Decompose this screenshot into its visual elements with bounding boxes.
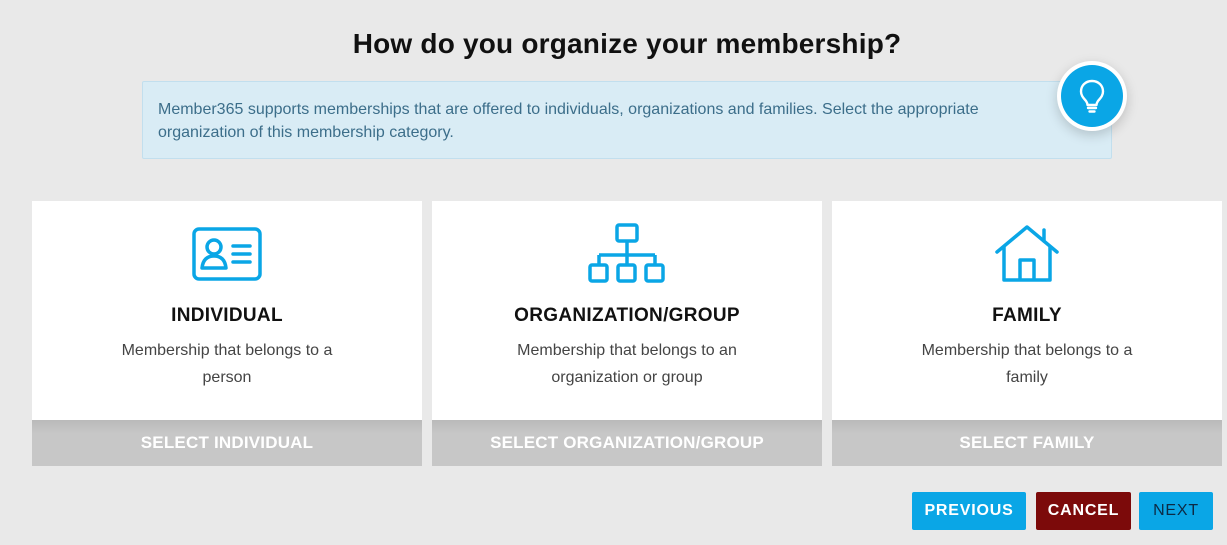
lightbulb-icon	[1079, 79, 1105, 113]
info-box: Member365 supports memberships that are …	[142, 81, 1112, 159]
card-description: Membership that belongs to a person	[121, 342, 333, 386]
tip-button[interactable]	[1057, 61, 1127, 131]
org-chart-icon	[588, 223, 665, 283]
select-organization-button[interactable]: SELECT ORGANIZATION/GROUP	[432, 420, 822, 466]
select-individual-button[interactable]: SELECT INDIVIDUAL	[32, 420, 422, 466]
card-title: FAMILY	[992, 305, 1062, 326]
card-family[interactable]: FAMILY Membership that belongs to a fami…	[832, 201, 1222, 466]
cancel-button[interactable]: CANCEL	[1036, 492, 1131, 530]
next-button[interactable]: NEXT	[1139, 492, 1213, 530]
id-card-icon	[192, 227, 262, 281]
card-title: INDIVIDUAL	[171, 305, 283, 326]
card-organization[interactable]: ORGANIZATION/GROUP Membership that belon…	[432, 201, 822, 466]
card-individual[interactable]: INDIVIDUAL Membership that belongs to a …	[32, 201, 422, 466]
card-description: Membership that belongs to an organizati…	[517, 342, 737, 386]
card-description: Membership that belongs to a family	[921, 342, 1133, 386]
card-title: ORGANIZATION/GROUP	[514, 305, 740, 326]
page-title: How do you organize your membership?	[352, 28, 902, 59]
previous-button[interactable]: PREVIOUS	[912, 492, 1026, 530]
info-text: Member365 supports memberships that are …	[158, 101, 979, 141]
select-family-button[interactable]: SELECT FAMILY	[832, 420, 1222, 466]
house-icon	[995, 225, 1059, 282]
